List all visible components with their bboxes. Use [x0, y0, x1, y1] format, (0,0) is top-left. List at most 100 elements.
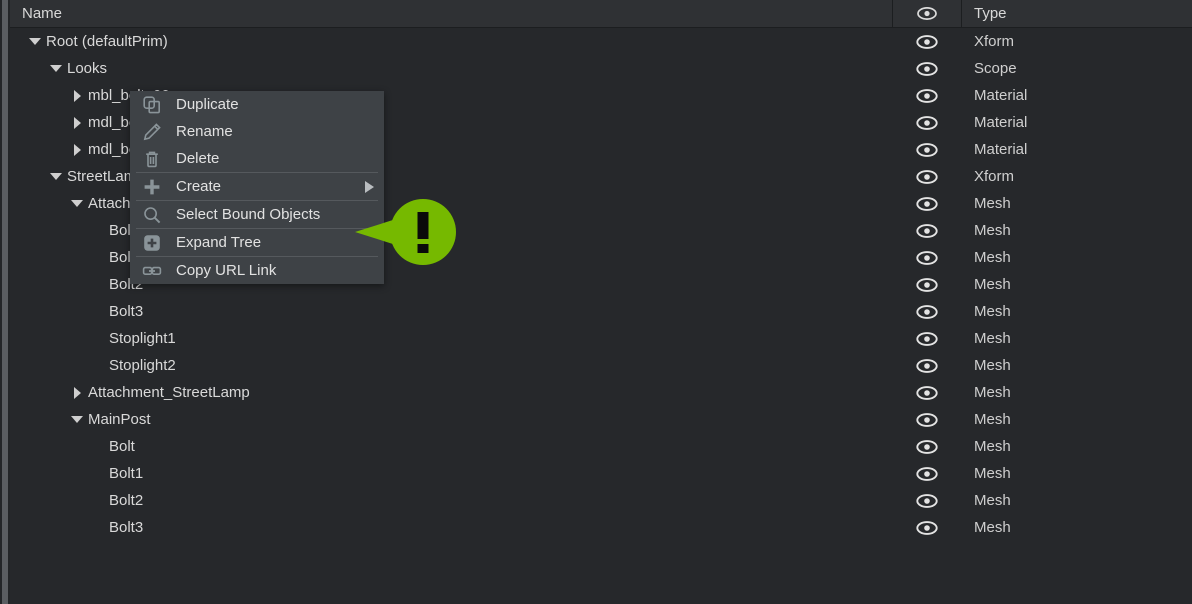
visibility-toggle[interactable]	[892, 136, 962, 163]
table-row[interactable]: Stoplight2 Mesh	[10, 352, 1192, 379]
tree-expand-arrow-open[interactable]	[66, 406, 88, 433]
tree-expand-arrow-closed[interactable]	[66, 82, 88, 109]
tree-expand-arrow-open[interactable]	[24, 28, 46, 55]
tree-item-type: Scope	[974, 60, 1017, 77]
table-row[interactable]: Bolt3 Mesh	[10, 298, 1192, 325]
plus-icon	[142, 173, 168, 200]
visibility-toggle[interactable]	[892, 82, 962, 109]
eye-icon	[916, 142, 938, 157]
tree-item-label: Stoplight2	[109, 357, 176, 374]
menu-item-label: Rename	[176, 123, 233, 140]
tree-item-type: Xform	[974, 33, 1015, 50]
table-row[interactable]: Bolt1 Mesh	[10, 460, 1192, 487]
tree-expand-arrow-closed[interactable]	[66, 109, 88, 136]
visibility-toggle[interactable]	[892, 433, 962, 460]
table-row[interactable]: Looks Scope	[10, 55, 1192, 82]
context-menu[interactable]: Duplicate Rename Delete Create Select Bound …	[130, 91, 384, 284]
visibility-toggle[interactable]	[892, 217, 962, 244]
visibility-toggle[interactable]	[892, 325, 962, 352]
table-row[interactable]: Bolt2 Mesh	[10, 487, 1192, 514]
plus-square-icon	[142, 229, 168, 256]
tree-item-type: Mesh	[974, 195, 1011, 212]
table-row[interactable]: Bolt3 Mesh	[10, 514, 1192, 541]
tree-item-type: Mesh	[974, 276, 1011, 293]
tree-item-label: Bolt	[109, 438, 135, 455]
chevron-right-icon	[73, 89, 81, 102]
tree-expand-arrow-open[interactable]	[45, 163, 67, 190]
visibility-toggle[interactable]	[892, 271, 962, 298]
visibility-toggle[interactable]	[892, 298, 962, 325]
visibility-toggle[interactable]	[892, 163, 962, 190]
menu-item-rename[interactable]: Rename	[130, 118, 384, 145]
menu-item-copy-url-link[interactable]: Copy URL Link	[130, 257, 384, 284]
tree-item-label: Stoplight1	[109, 330, 176, 347]
tree-item-label: MainPost	[88, 411, 151, 428]
tree-item-name-cell[interactable]: Bolt	[10, 433, 892, 460]
eye-icon	[917, 7, 937, 20]
eye-icon	[916, 34, 938, 49]
tree-item-name-cell[interactable]: Bolt3	[10, 298, 892, 325]
chevron-down-icon	[50, 173, 62, 180]
table-row[interactable]: Stoplight1 Mesh	[10, 325, 1192, 352]
tree-toggle-placeholder	[87, 325, 109, 352]
tree-item-name-cell[interactable]: Stoplight2	[10, 352, 892, 379]
table-row[interactable]: Root (defaultPrim) Xform	[10, 28, 1192, 55]
menu-item-label: Delete	[176, 150, 220, 167]
column-header-name[interactable]: Name	[10, 0, 892, 27]
column-header-visibility[interactable]	[892, 0, 962, 27]
vertical-scrollbar-track[interactable]	[0, 0, 10, 604]
eye-icon	[916, 61, 938, 76]
magnifier-icon	[142, 201, 168, 228]
menu-item-select-bound-objects[interactable]: Select Bound Objects	[130, 201, 384, 228]
visibility-toggle[interactable]	[892, 190, 962, 217]
tree-item-type: Mesh	[974, 384, 1011, 401]
duplicate-icon	[142, 91, 168, 118]
tree-item-label: Bolt3	[109, 303, 144, 320]
eye-icon	[916, 277, 938, 292]
eye-icon	[916, 439, 938, 454]
tree-item-name-cell[interactable]: Stoplight1	[10, 325, 892, 352]
visibility-toggle[interactable]	[892, 406, 962, 433]
tree-expand-arrow-closed[interactable]	[66, 136, 88, 163]
tree-toggle-placeholder	[87, 514, 109, 541]
stage-tree-panel: Name Type Root (defaultPrim) Xform Looks Sc…	[0, 0, 1192, 604]
menu-item-expand-tree[interactable]: Expand Tree	[130, 229, 384, 256]
menu-item-delete[interactable]: Delete	[130, 145, 384, 172]
visibility-toggle[interactable]	[892, 244, 962, 271]
tree-item-name-cell[interactable]: MainPost	[10, 406, 892, 433]
menu-item-duplicate[interactable]: Duplicate	[130, 91, 384, 118]
tree-item-name-cell[interactable]: Bolt1	[10, 460, 892, 487]
tree-expand-arrow-open[interactable]	[66, 190, 88, 217]
visibility-toggle[interactable]	[892, 514, 962, 541]
tree-item-type: Mesh	[974, 303, 1011, 320]
tree-item-name-cell[interactable]: Bolt3	[10, 514, 892, 541]
visibility-toggle[interactable]	[892, 460, 962, 487]
visibility-toggle[interactable]	[892, 55, 962, 82]
visibility-toggle[interactable]	[892, 379, 962, 406]
eye-icon	[916, 250, 938, 265]
visibility-toggle[interactable]	[892, 487, 962, 514]
table-row[interactable]: Attachment_StreetLamp Mesh	[10, 379, 1192, 406]
chevron-down-icon	[71, 416, 83, 423]
tree-item-name-cell[interactable]: Root (defaultPrim)	[10, 28, 892, 55]
tree-item-name-cell[interactable]: Attachment_StreetLamp	[10, 379, 892, 406]
visibility-toggle[interactable]	[892, 352, 962, 379]
table-row[interactable]: Bolt Mesh	[10, 433, 1192, 460]
eye-icon	[916, 358, 938, 373]
tree-expand-arrow-closed[interactable]	[66, 379, 88, 406]
eye-icon	[916, 412, 938, 427]
eye-icon	[916, 223, 938, 238]
eye-icon	[916, 115, 938, 130]
menu-item-create[interactable]: Create	[130, 173, 384, 200]
tree-item-name-cell[interactable]: Bolt2	[10, 487, 892, 514]
table-row[interactable]: MainPost Mesh	[10, 406, 1192, 433]
chevron-right-icon	[73, 116, 81, 129]
visibility-toggle[interactable]	[892, 28, 962, 55]
menu-item-label: Copy URL Link	[176, 262, 277, 279]
visibility-toggle[interactable]	[892, 109, 962, 136]
column-header-type[interactable]: Type	[962, 0, 1192, 27]
vertical-scrollbar-thumb[interactable]	[2, 0, 8, 604]
tree-item-label: Looks	[67, 60, 108, 77]
tree-expand-arrow-open[interactable]	[45, 55, 67, 82]
tree-item-name-cell[interactable]: Looks	[10, 55, 892, 82]
